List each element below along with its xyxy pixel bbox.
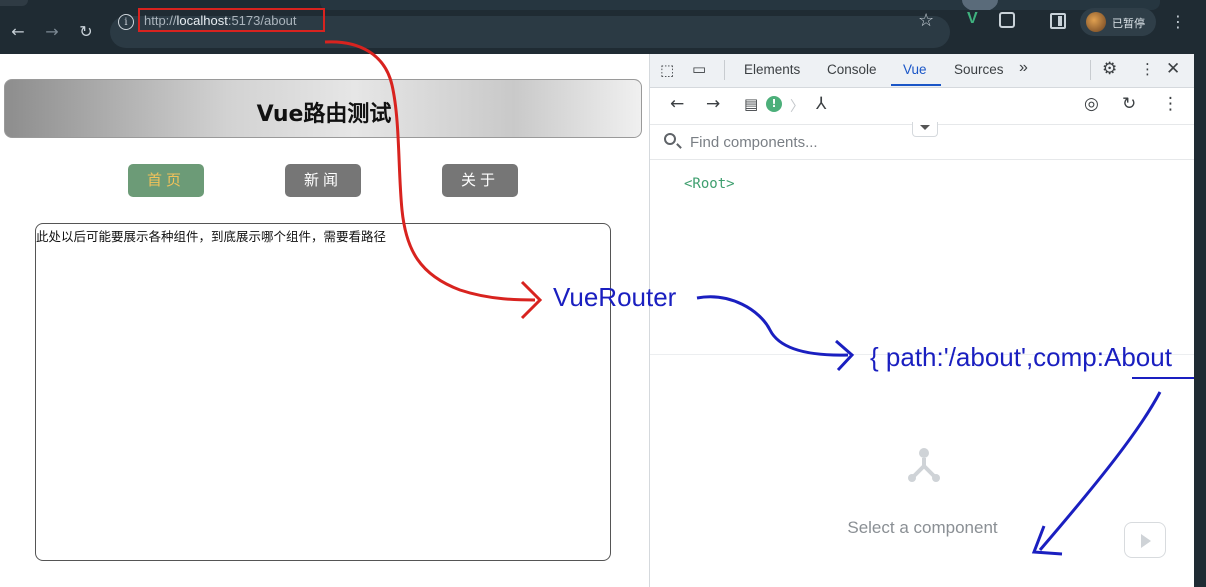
kebab-menu-icon[interactable]: ⋮: [1170, 12, 1186, 31]
app-selector-icon[interactable]: ▤: [744, 95, 758, 113]
info-icon[interactable]: i: [118, 14, 134, 30]
page-title: Vue路由测试: [256, 102, 392, 127]
url-red-highlight: [138, 8, 325, 32]
devtools-tabbar: ⬚ ▭ Elements Console Vue Sources » ⚙ ⋮ ✕: [650, 54, 1195, 88]
star-icon[interactable]: ☆: [918, 10, 934, 31]
chevron-right-icon: 〉: [790, 99, 804, 115]
profile-label: 已暂停: [1112, 17, 1145, 30]
vue-toolbar: ← → ▤ ! 〉 ⅄ ◎ ↻ ⋮: [650, 88, 1195, 124]
component-placeholder-icon: [908, 448, 940, 482]
close-icon[interactable]: ✕: [1166, 59, 1180, 79]
tab-console[interactable]: Console: [827, 62, 877, 77]
divider: [1090, 60, 1091, 80]
nav-news-button[interactable]: 新闻: [285, 164, 361, 197]
collapse-dropdown-icon[interactable]: [912, 122, 938, 137]
empty-state-text: Select a component: [847, 518, 998, 537]
devtools-panel: ⬚ ▭ Elements Console Vue Sources » ⚙ ⋮ ✕…: [649, 54, 1195, 587]
tab-vue[interactable]: Vue: [903, 62, 927, 77]
tree-root-node[interactable]: <Root>: [684, 176, 735, 192]
forward-icon[interactable]: →: [40, 20, 64, 44]
inspect-element-icon[interactable]: ⬚: [660, 61, 674, 79]
search-icon: [664, 133, 676, 145]
devtools-kebab-icon[interactable]: ⋮: [1140, 60, 1155, 78]
side-panel-icon[interactable]: [1050, 13, 1066, 29]
vue-kebab-icon[interactable]: ⋮: [1162, 94, 1179, 114]
play-overlay-icon[interactable]: [1124, 522, 1166, 558]
page-header: Vue路由测试: [4, 79, 642, 138]
tab-sources[interactable]: Sources: [954, 62, 1004, 77]
extensions-puzzle-icon[interactable]: [999, 12, 1015, 28]
component-tree-icon[interactable]: ⅄: [816, 94, 826, 114]
content-text: 此处以后可能要展示各种组件，到底展示哪个组件，需要看路径: [36, 229, 387, 244]
avatar: [1086, 12, 1106, 32]
back-arrow-icon[interactable]: ←: [670, 94, 684, 114]
forward-arrow-icon[interactable]: →: [706, 94, 720, 114]
tab-edge[interactable]: [0, 0, 28, 6]
more-tabs-icon[interactable]: »: [1019, 59, 1028, 77]
back-icon[interactable]: ←: [6, 20, 30, 44]
settings-gear-icon[interactable]: ⚙: [1102, 59, 1117, 79]
divider: [724, 60, 725, 80]
router-view-box: 此处以后可能要展示各种组件，到底展示哪个组件，需要看路径: [35, 223, 611, 561]
reload-icon[interactable]: ↻: [74, 20, 98, 44]
app-page: Vue路由测试 首页 新闻 关于 此处以后可能要展示各种组件，到底展示哪个组件，…: [0, 54, 649, 587]
annotation-route-config: { path:'/about',comp:About: [870, 342, 1172, 372]
tab-elements[interactable]: Elements: [744, 62, 800, 77]
nav-home-button[interactable]: 首页: [128, 164, 204, 197]
device-toolbar-icon[interactable]: ▭: [692, 60, 706, 78]
target-select-icon[interactable]: ◎: [1084, 94, 1099, 114]
active-tab-indicator: [891, 84, 941, 86]
find-components-input[interactable]: Find components...: [690, 134, 818, 151]
warning-badge-icon[interactable]: !: [766, 96, 782, 112]
active-tab-edge[interactable]: [320, 0, 1160, 10]
window-edge: [1194, 54, 1206, 587]
annotation-vuerouter: VueRouter: [553, 282, 677, 312]
nav-about-button[interactable]: 关于: [442, 164, 518, 197]
vue-extension-icon[interactable]: V: [967, 10, 978, 28]
profile-chip[interactable]: 已暂停: [1080, 8, 1156, 36]
refresh-icon[interactable]: ↻: [1122, 94, 1136, 114]
